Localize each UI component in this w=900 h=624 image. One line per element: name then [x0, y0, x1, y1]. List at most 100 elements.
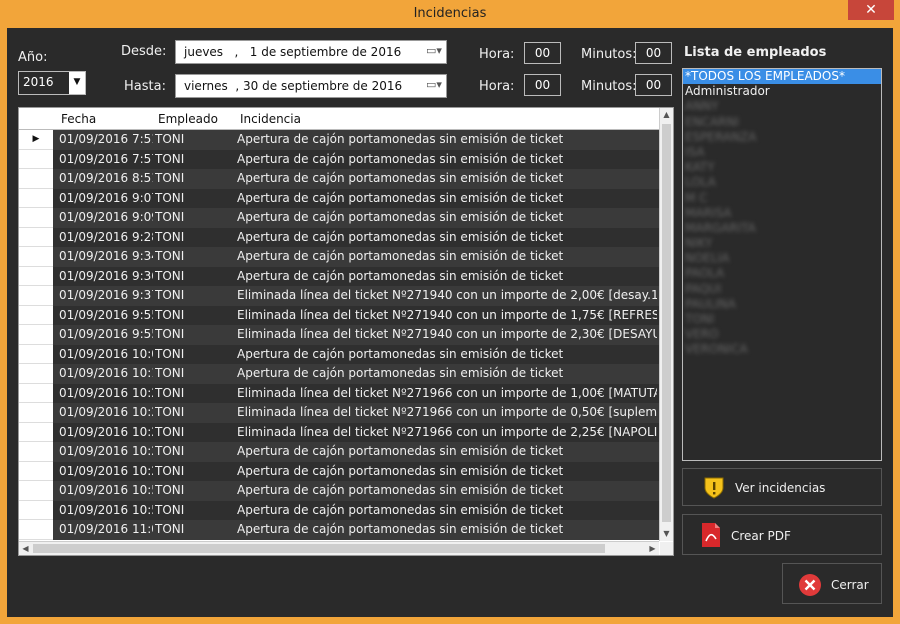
table-row[interactable]: 01/09/2016 9:09 TONI Apertura de cajón por…: [19, 208, 659, 228]
cell-incidencia: Apertura de cajón portamonedas sin emisi…: [237, 463, 564, 478]
table-row[interactable]: 01/09/2016 9:37 TONI Eliminada línea del t…: [19, 286, 659, 306]
employee-list-item[interactable]: KATY: [683, 160, 881, 175]
employee-list-item[interactable]: M C: [683, 191, 881, 206]
employee-list-item[interactable]: ESPERANZA: [683, 130, 881, 145]
row-selector[interactable]: [19, 442, 53, 462]
employee-list-item[interactable]: MARISA: [683, 206, 881, 221]
row-selector[interactable]: [19, 383, 53, 403]
table-row[interactable]: 01/09/2016 10:20TONI Eliminada línea del …: [19, 383, 659, 403]
window-close-button[interactable]: ✕: [848, 0, 894, 20]
table-row[interactable]: 01/09/2016 10:50TONI Apertura de cajón po…: [19, 481, 659, 501]
table-row[interactable]: 01/09/2016 10:25TONI Apertura de cajón po…: [19, 442, 659, 462]
row-selector[interactable]: [19, 325, 53, 345]
employee-list-item[interactable]: PAQUI: [683, 282, 881, 297]
cell-fecha: 01/09/2016 9:37: [59, 288, 153, 302]
create-pdf-button[interactable]: Crear PDF: [682, 514, 882, 555]
cell-incidencia: Eliminada línea del ticket Nº271966 con …: [237, 424, 657, 439]
row-selector[interactable]: [19, 500, 53, 520]
to-minutes-input[interactable]: 00: [635, 74, 672, 96]
row-selector[interactable]: [19, 481, 53, 501]
cell-empleado: TONI: [155, 346, 185, 361]
employee-list-item[interactable]: NIKY: [683, 236, 881, 251]
scroll-right-icon[interactable]: ▶: [646, 542, 659, 555]
cell-fecha: 01/09/2016 10:20: [59, 385, 153, 400]
vertical-scrollbar[interactable]: ▲ ▼: [659, 108, 673, 541]
chevron-down-icon[interactable]: ▼: [69, 72, 85, 94]
horizontal-scrollbar[interactable]: ◀ ▶: [19, 541, 659, 555]
row-selector[interactable]: [19, 169, 53, 189]
row-selector[interactable]: [19, 188, 53, 208]
table-row[interactable]: 01/09/2016 10:29TONI Apertura de cajón po…: [19, 461, 659, 481]
from-label: Desde:: [121, 44, 167, 59]
row-selector[interactable]: [19, 266, 53, 286]
employee-listbox[interactable]: *TODOS LOS EMPLEADOS* Administrador ANNY EN…: [682, 68, 882, 461]
employee-list-item[interactable]: LOLA: [683, 175, 881, 190]
table-row[interactable]: 01/09/2016 7:57 TONI Apertura de cajón por…: [19, 149, 659, 169]
table-row[interactable]: 01/09/2016 10:13TONI Apertura de cajón po…: [19, 364, 659, 384]
cell-empleado: TONI: [155, 268, 185, 283]
from-minutes-input[interactable]: 00: [635, 42, 672, 64]
table-row[interactable]: 01/09/2016 10:20TONI Eliminada línea del …: [19, 422, 659, 442]
employee-list-item[interactable]: *TODOS LOS EMPLEADOS*: [683, 69, 881, 85]
row-selector[interactable]: [19, 227, 53, 247]
employee-list-item[interactable]: Administrador: [683, 84, 881, 99]
from-date-picker[interactable]: jueves , 1 de septiembre de 2016 ▭▾: [175, 40, 447, 64]
calendar-dropdown-icon[interactable]: ▭▾: [426, 45, 442, 57]
employee-list-item[interactable]: ENCARNI: [683, 115, 881, 130]
row-selector[interactable]: ▶: [19, 130, 53, 150]
row-selector[interactable]: [19, 520, 53, 540]
table-row[interactable]: 01/09/2016 9:36 TONI Apertura de cajón por…: [19, 266, 659, 286]
employee-list-item[interactable]: PAOLA: [683, 266, 881, 281]
to-date-picker[interactable]: viernes , 30 de septiembre de 2016 ▭▾: [175, 74, 447, 98]
employee-list-item[interactable]: NOELIA: [683, 251, 881, 266]
scroll-up-icon[interactable]: ▲: [660, 108, 673, 122]
view-incidents-button[interactable]: Ver incidencias: [682, 468, 882, 506]
row-selector[interactable]: [19, 208, 53, 228]
row-selector[interactable]: [19, 403, 53, 423]
table-row[interactable]: 01/09/2016 11:00TONI Apertura de cajón po…: [19, 520, 659, 540]
horizontal-scroll-thumb[interactable]: [33, 544, 605, 553]
row-selector[interactable]: [19, 422, 53, 442]
row-selector[interactable]: [19, 305, 53, 325]
table-row[interactable]: 01/09/2016 10:56TONI Apertura de cajón po…: [19, 500, 659, 520]
cell-fecha: 01/09/2016 9:36: [59, 268, 153, 283]
row-selector[interactable]: [19, 461, 53, 481]
column-header-incidencia[interactable]: Incidencia: [240, 112, 301, 126]
column-header-empleado[interactable]: Empleado: [158, 112, 218, 126]
employee-list-item[interactable]: TONI: [683, 312, 881, 327]
table-row[interactable]: 01/09/2016 9:55 TONI Eliminada línea del t…: [19, 305, 659, 325]
employee-list-item[interactable]: PAULINA: [683, 297, 881, 312]
year-select[interactable]: 2016 ▼: [18, 71, 86, 95]
table-row[interactable]: 01/09/2016 10:08TONI Apertura de cajón po…: [19, 344, 659, 364]
employee-list-item[interactable]: ISA: [683, 145, 881, 160]
table-row[interactable]: 01/09/2016 9:28 TONI Apertura de cajón por…: [19, 227, 659, 247]
incidents-grid[interactable]: Fecha Empleado Incidencia ▶ 01/09/2016 7:…: [18, 107, 674, 556]
row-selector[interactable]: [19, 149, 53, 169]
row-selector[interactable]: [19, 247, 53, 267]
row-selector[interactable]: [19, 286, 53, 306]
table-row[interactable]: 01/09/2016 9:07 TONI Apertura de cajón por…: [19, 188, 659, 208]
employee-list-title: Lista de empleados: [684, 45, 827, 60]
table-row[interactable]: 01/09/2016 9:34 TONI Apertura de cajón por…: [19, 247, 659, 267]
column-header-fecha[interactable]: Fecha: [61, 112, 96, 126]
scroll-down-icon[interactable]: ▼: [660, 527, 673, 541]
create-pdf-label: Crear PDF: [731, 529, 791, 543]
row-selector[interactable]: [19, 344, 53, 364]
to-hour-label: Hora:: [479, 79, 515, 94]
table-row[interactable]: ▶ 01/09/2016 7:51 TONI Apertura de cajón po…: [19, 130, 659, 150]
employee-list-item[interactable]: MARGARITA: [683, 221, 881, 236]
vertical-scroll-thumb[interactable]: [662, 124, 671, 522]
from-hour-input[interactable]: 00: [524, 42, 561, 64]
employee-list-item[interactable]: VERONICA: [683, 342, 881, 357]
employee-list-item[interactable]: VERO: [683, 327, 881, 342]
to-hour-input[interactable]: 00: [524, 74, 561, 96]
scroll-left-icon[interactable]: ◀: [19, 542, 32, 555]
table-row[interactable]: 01/09/2016 8:51 TONI Apertura de cajón por…: [19, 169, 659, 189]
table-row[interactable]: 01/09/2016 10:20TONI Eliminada línea del …: [19, 403, 659, 423]
row-selector[interactable]: [19, 364, 53, 384]
title-bar[interactable]: Incidencias ✕: [0, 0, 900, 28]
close-button[interactable]: Cerrar: [782, 563, 882, 604]
employee-list-item[interactable]: ANNY: [683, 99, 881, 114]
table-row[interactable]: 01/09/2016 9:55 TONI Eliminada línea del t…: [19, 325, 659, 345]
calendar-dropdown-icon[interactable]: ▭▾: [426, 79, 442, 91]
